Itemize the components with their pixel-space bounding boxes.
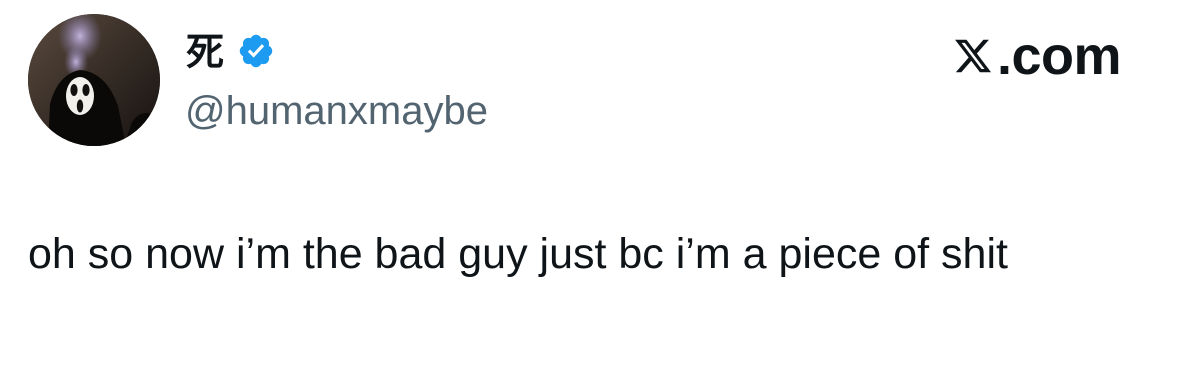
x-brand-watermark: .com: [953, 26, 1122, 86]
verified-badge-icon: [239, 34, 273, 68]
x-logo-icon: [955, 39, 991, 73]
tweet-card: 死 @humanxmaybe .com oh so now i’m the ba…: [0, 0, 1179, 392]
user-handle[interactable]: @humanxmaybe: [185, 88, 488, 134]
tweet-text: oh so now i’m the bad guy just bc i’m a …: [28, 230, 1008, 278]
ghostface-mask-icon: [28, 14, 160, 146]
brand-domain-text: .com: [996, 26, 1122, 86]
avatar[interactable]: [28, 14, 160, 146]
display-name[interactable]: 死: [186, 30, 224, 74]
